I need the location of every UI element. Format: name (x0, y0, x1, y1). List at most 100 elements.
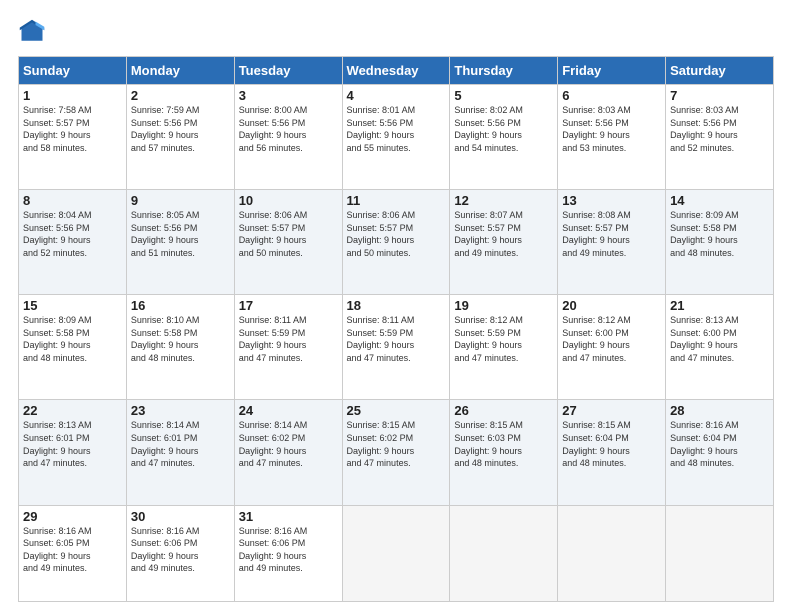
day-number: 18 (347, 298, 446, 313)
day-info: Sunrise: 8:08 AM Sunset: 5:57 PM Dayligh… (562, 209, 661, 259)
day-number: 24 (239, 403, 338, 418)
calendar-cell: 29Sunrise: 8:16 AM Sunset: 6:05 PM Dayli… (19, 505, 127, 601)
weekday-wednesday: Wednesday (342, 57, 450, 85)
calendar-cell: 14Sunrise: 8:09 AM Sunset: 5:58 PM Dayli… (666, 190, 774, 295)
calendar-cell: 3Sunrise: 8:00 AM Sunset: 5:56 PM Daylig… (234, 85, 342, 190)
day-number: 7 (670, 88, 769, 103)
day-number: 11 (347, 193, 446, 208)
weekday-friday: Friday (558, 57, 666, 85)
day-number: 6 (562, 88, 661, 103)
calendar-cell: 21Sunrise: 8:13 AM Sunset: 6:00 PM Dayli… (666, 295, 774, 400)
day-number: 10 (239, 193, 338, 208)
day-number: 1 (23, 88, 122, 103)
day-info: Sunrise: 8:06 AM Sunset: 5:57 PM Dayligh… (347, 209, 446, 259)
calendar-cell (666, 505, 774, 601)
day-number: 4 (347, 88, 446, 103)
day-info: Sunrise: 8:14 AM Sunset: 6:01 PM Dayligh… (131, 419, 230, 469)
calendar-table: SundayMondayTuesdayWednesdayThursdayFrid… (18, 56, 774, 602)
calendar-cell: 24Sunrise: 8:14 AM Sunset: 6:02 PM Dayli… (234, 400, 342, 505)
day-number: 25 (347, 403, 446, 418)
day-info: Sunrise: 8:09 AM Sunset: 5:58 PM Dayligh… (23, 314, 122, 364)
day-number: 12 (454, 193, 553, 208)
calendar-cell: 9Sunrise: 8:05 AM Sunset: 5:56 PM Daylig… (126, 190, 234, 295)
calendar-week-row: 1Sunrise: 7:58 AM Sunset: 5:57 PM Daylig… (19, 85, 774, 190)
day-info: Sunrise: 8:10 AM Sunset: 5:58 PM Dayligh… (131, 314, 230, 364)
day-info: Sunrise: 8:16 AM Sunset: 6:06 PM Dayligh… (131, 525, 230, 575)
calendar-cell: 7Sunrise: 8:03 AM Sunset: 5:56 PM Daylig… (666, 85, 774, 190)
weekday-saturday: Saturday (666, 57, 774, 85)
calendar-cell: 31Sunrise: 8:16 AM Sunset: 6:06 PM Dayli… (234, 505, 342, 601)
day-info: Sunrise: 7:59 AM Sunset: 5:56 PM Dayligh… (131, 104, 230, 154)
calendar-cell: 23Sunrise: 8:14 AM Sunset: 6:01 PM Dayli… (126, 400, 234, 505)
day-info: Sunrise: 8:13 AM Sunset: 6:00 PM Dayligh… (670, 314, 769, 364)
day-number: 23 (131, 403, 230, 418)
day-info: Sunrise: 8:16 AM Sunset: 6:04 PM Dayligh… (670, 419, 769, 469)
day-info: Sunrise: 8:07 AM Sunset: 5:57 PM Dayligh… (454, 209, 553, 259)
day-info: Sunrise: 8:06 AM Sunset: 5:57 PM Dayligh… (239, 209, 338, 259)
calendar-cell: 20Sunrise: 8:12 AM Sunset: 6:00 PM Dayli… (558, 295, 666, 400)
day-number: 19 (454, 298, 553, 313)
calendar-cell: 26Sunrise: 8:15 AM Sunset: 6:03 PM Dayli… (450, 400, 558, 505)
calendar-cell: 6Sunrise: 8:03 AM Sunset: 5:56 PM Daylig… (558, 85, 666, 190)
calendar-cell: 18Sunrise: 8:11 AM Sunset: 5:59 PM Dayli… (342, 295, 450, 400)
day-number: 8 (23, 193, 122, 208)
day-number: 16 (131, 298, 230, 313)
page: SundayMondayTuesdayWednesdayThursdayFrid… (0, 0, 792, 612)
day-info: Sunrise: 8:05 AM Sunset: 5:56 PM Dayligh… (131, 209, 230, 259)
logo-icon (18, 18, 46, 46)
calendar-week-row: 15Sunrise: 8:09 AM Sunset: 5:58 PM Dayli… (19, 295, 774, 400)
calendar-week-row: 8Sunrise: 8:04 AM Sunset: 5:56 PM Daylig… (19, 190, 774, 295)
calendar-cell: 13Sunrise: 8:08 AM Sunset: 5:57 PM Dayli… (558, 190, 666, 295)
day-number: 31 (239, 509, 338, 524)
calendar-cell: 19Sunrise: 8:12 AM Sunset: 5:59 PM Dayli… (450, 295, 558, 400)
day-number: 22 (23, 403, 122, 418)
calendar-cell: 2Sunrise: 7:59 AM Sunset: 5:56 PM Daylig… (126, 85, 234, 190)
weekday-monday: Monday (126, 57, 234, 85)
day-number: 2 (131, 88, 230, 103)
day-number: 14 (670, 193, 769, 208)
calendar-cell: 8Sunrise: 8:04 AM Sunset: 5:56 PM Daylig… (19, 190, 127, 295)
day-number: 29 (23, 509, 122, 524)
calendar-week-row: 29Sunrise: 8:16 AM Sunset: 6:05 PM Dayli… (19, 505, 774, 601)
calendar-cell: 16Sunrise: 8:10 AM Sunset: 5:58 PM Dayli… (126, 295, 234, 400)
day-info: Sunrise: 8:13 AM Sunset: 6:01 PM Dayligh… (23, 419, 122, 469)
day-number: 9 (131, 193, 230, 208)
calendar-cell: 11Sunrise: 8:06 AM Sunset: 5:57 PM Dayli… (342, 190, 450, 295)
day-info: Sunrise: 8:14 AM Sunset: 6:02 PM Dayligh… (239, 419, 338, 469)
logo (18, 18, 50, 46)
day-number: 15 (23, 298, 122, 313)
day-info: Sunrise: 8:15 AM Sunset: 6:04 PM Dayligh… (562, 419, 661, 469)
day-info: Sunrise: 8:16 AM Sunset: 6:05 PM Dayligh… (23, 525, 122, 575)
weekday-tuesday: Tuesday (234, 57, 342, 85)
calendar-cell: 22Sunrise: 8:13 AM Sunset: 6:01 PM Dayli… (19, 400, 127, 505)
header (18, 18, 774, 46)
day-info: Sunrise: 8:15 AM Sunset: 6:02 PM Dayligh… (347, 419, 446, 469)
day-number: 27 (562, 403, 661, 418)
weekday-sunday: Sunday (19, 57, 127, 85)
weekday-thursday: Thursday (450, 57, 558, 85)
day-info: Sunrise: 8:12 AM Sunset: 6:00 PM Dayligh… (562, 314, 661, 364)
day-info: Sunrise: 8:01 AM Sunset: 5:56 PM Dayligh… (347, 104, 446, 154)
day-info: Sunrise: 8:11 AM Sunset: 5:59 PM Dayligh… (347, 314, 446, 364)
day-info: Sunrise: 8:02 AM Sunset: 5:56 PM Dayligh… (454, 104, 553, 154)
calendar-cell (558, 505, 666, 601)
day-number: 28 (670, 403, 769, 418)
calendar-cell: 28Sunrise: 8:16 AM Sunset: 6:04 PM Dayli… (666, 400, 774, 505)
day-info: Sunrise: 8:12 AM Sunset: 5:59 PM Dayligh… (454, 314, 553, 364)
day-info: Sunrise: 8:04 AM Sunset: 5:56 PM Dayligh… (23, 209, 122, 259)
calendar-cell: 4Sunrise: 8:01 AM Sunset: 5:56 PM Daylig… (342, 85, 450, 190)
calendar-cell: 5Sunrise: 8:02 AM Sunset: 5:56 PM Daylig… (450, 85, 558, 190)
day-number: 26 (454, 403, 553, 418)
day-info: Sunrise: 8:09 AM Sunset: 5:58 PM Dayligh… (670, 209, 769, 259)
day-number: 5 (454, 88, 553, 103)
calendar-cell: 25Sunrise: 8:15 AM Sunset: 6:02 PM Dayli… (342, 400, 450, 505)
day-number: 13 (562, 193, 661, 208)
day-info: Sunrise: 8:03 AM Sunset: 5:56 PM Dayligh… (670, 104, 769, 154)
day-info: Sunrise: 8:03 AM Sunset: 5:56 PM Dayligh… (562, 104, 661, 154)
calendar-cell: 12Sunrise: 8:07 AM Sunset: 5:57 PM Dayli… (450, 190, 558, 295)
day-info: Sunrise: 8:15 AM Sunset: 6:03 PM Dayligh… (454, 419, 553, 469)
day-info: Sunrise: 7:58 AM Sunset: 5:57 PM Dayligh… (23, 104, 122, 154)
day-number: 20 (562, 298, 661, 313)
weekday-header-row: SundayMondayTuesdayWednesdayThursdayFrid… (19, 57, 774, 85)
calendar-week-row: 22Sunrise: 8:13 AM Sunset: 6:01 PM Dayli… (19, 400, 774, 505)
